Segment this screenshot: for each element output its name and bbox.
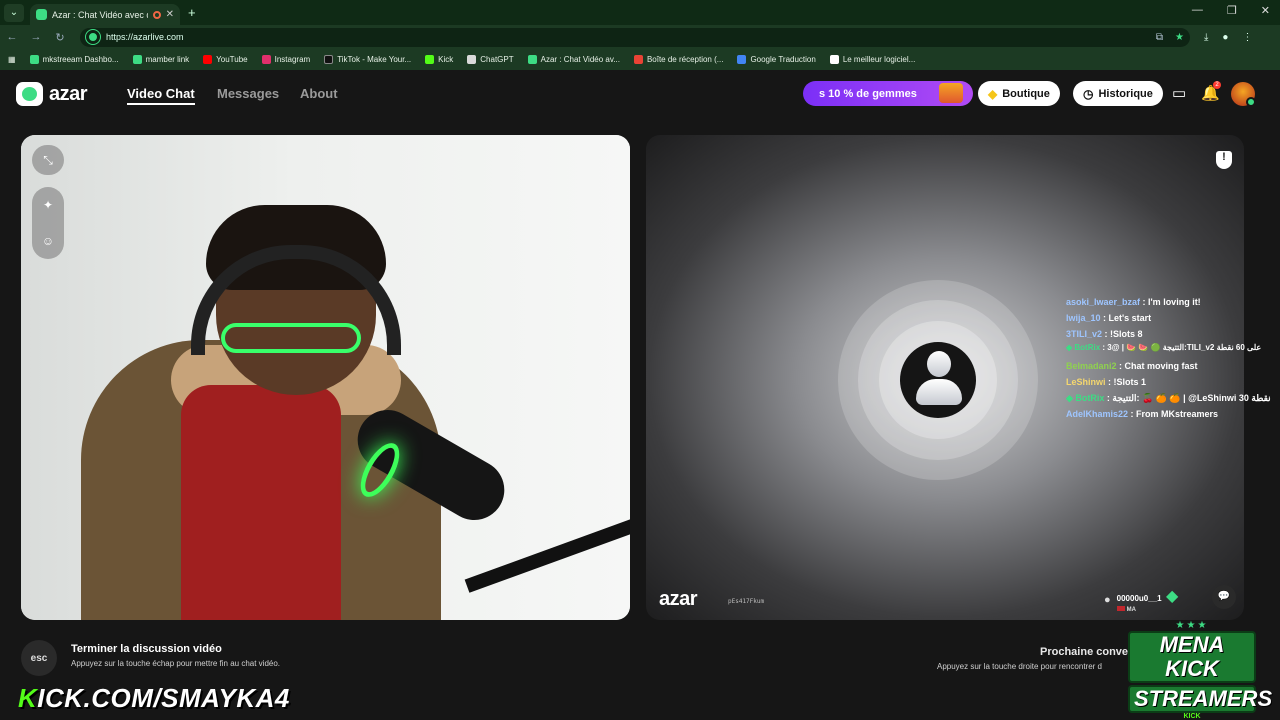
verified-shield-icon: ◆ bbox=[1166, 588, 1179, 605]
minimize-icon[interactable]: — bbox=[1192, 4, 1203, 17]
stars-icon: ★★★ bbox=[1175, 620, 1209, 631]
bookmark-item[interactable]: TikTok - Make Your... bbox=[324, 55, 411, 64]
notification-badge: 2 bbox=[1213, 81, 1221, 89]
boutique-button[interactable]: ◆ Boutique bbox=[978, 81, 1060, 106]
gems-promo-button[interactable]: s 10 % de gemmes bbox=[803, 81, 973, 106]
profile-icon[interactable]: ● bbox=[1222, 32, 1228, 43]
magic-wand-icon[interactable]: ✦ bbox=[43, 198, 53, 212]
browser-toolbar: ← → ↻ https://azarlive.com ⧉ ★ ⤓ ● ⋮ bbox=[0, 25, 1280, 49]
reload-icon[interactable]: ↻ bbox=[48, 31, 72, 44]
azar-logo[interactable]: azar bbox=[16, 82, 88, 106]
gem-icon: ◆ bbox=[988, 86, 998, 101]
esc-key-button[interactable]: esc bbox=[21, 640, 57, 676]
site-info-icon[interactable] bbox=[85, 29, 101, 45]
history-clock-icon: ◷ bbox=[1083, 86, 1094, 101]
chat-message: ◆ BotRix : التتيجة: 🍒 🍊 🍊 | @LeShinwi 30… bbox=[1066, 393, 1271, 403]
end-chat-hint: esc Terminer la discussion vidéo Appuyez… bbox=[21, 640, 280, 676]
address-bar[interactable]: https://azarlive.com ⧉ ★ bbox=[80, 27, 1190, 47]
morocco-flag-icon bbox=[1116, 606, 1125, 611]
bookmark-item[interactable]: YouTube bbox=[203, 55, 248, 64]
bookmark-item[interactable]: Azar : Chat Vidéo av... bbox=[527, 55, 620, 64]
kick-channel-url: KICK.COM/SMAYKA4 bbox=[18, 683, 290, 713]
mena-kick-streamers-logo: ★★★ MENA KICK STREAMERS KICK bbox=[1128, 620, 1272, 720]
bookmarks-bar: ▦ mkstreeam Dashbo... mamber link YouTub… bbox=[0, 49, 1280, 70]
chat-message: 3TILI_v2 : !Slots 8 bbox=[1066, 329, 1143, 339]
close-tab-icon[interactable]: ✕ bbox=[166, 9, 174, 20]
session-id: pEs417Fkum bbox=[728, 598, 765, 605]
chat-bubble-button[interactable]: 💬 bbox=[1212, 585, 1236, 609]
recording-icon bbox=[152, 10, 161, 19]
chat-message: AdelKhamis22 : From MKstreamers bbox=[1066, 409, 1219, 419]
bookmark-item[interactable]: Google Traduction bbox=[737, 55, 816, 64]
chat-message: lwija_10 : Let's start bbox=[1066, 313, 1152, 323]
minimize-video-icon[interactable]: ⤡ bbox=[32, 145, 64, 175]
bookmark-item[interactable]: ChatGPT bbox=[467, 55, 514, 64]
forward-icon[interactable]: → bbox=[24, 31, 48, 43]
restore-icon[interactable]: ❐ bbox=[1227, 4, 1237, 17]
chat-message: Belmadani2 : Chat moving fast bbox=[1066, 361, 1198, 371]
chat-message: LeShinwi : !Slots 1 bbox=[1066, 377, 1147, 387]
bookmark-item[interactable]: Le meilleur logiciel... bbox=[829, 55, 915, 64]
azar-watermark: azar bbox=[659, 588, 698, 610]
effects-panel: ✦ ☺ bbox=[32, 187, 64, 259]
bookmark-item[interactable]: Instagram bbox=[261, 55, 310, 64]
apps-icon[interactable]: ▦ bbox=[8, 55, 16, 64]
azar-logo-icon bbox=[16, 82, 43, 106]
partner-info[interactable]: ● 00000u0__1 ◆ MA bbox=[1104, 586, 1178, 613]
historique-button[interactable]: ◷ Historique bbox=[1073, 81, 1163, 106]
bookmark-star-icon[interactable]: ★ bbox=[1175, 32, 1184, 43]
stream-chat-overlay: asoki_lwaer_bzaf : I'm loving it! lwija_… bbox=[1066, 294, 1280, 422]
chat-message: ◆ BotRix : 3@ | 🍉 🍉 🟢 التتيجة:TILI_v2 عل… bbox=[1066, 343, 1262, 352]
treasure-chest-icon bbox=[939, 83, 963, 103]
report-shield-icon[interactable]: ! bbox=[1216, 151, 1232, 169]
bookmark-item[interactable]: Kick bbox=[425, 55, 453, 64]
cast-icon[interactable]: ⧉ bbox=[1156, 32, 1163, 43]
face-filter-icon[interactable]: ☺ bbox=[42, 234, 54, 248]
browser-tab[interactable]: Azar : Chat Vidéo avec de n ✕ bbox=[30, 4, 180, 25]
nav-messages[interactable]: Messages bbox=[217, 86, 279, 101]
top-nav: azar Video Chat Messages About s 10 % de… bbox=[0, 70, 1280, 118]
next-chat-hint: Prochaine conve Appuyez sur la touche dr… bbox=[937, 646, 1129, 671]
bookmark-item[interactable]: mamber link bbox=[132, 55, 189, 64]
bookmark-item[interactable]: Boîte de réception (... bbox=[633, 55, 723, 64]
menu-icon[interactable]: ⋮ bbox=[1242, 32, 1252, 43]
bot-badge-icon: ◆ bbox=[1066, 393, 1076, 403]
online-status-badge bbox=[1246, 97, 1256, 107]
close-window-icon[interactable]: ✕ bbox=[1261, 4, 1270, 17]
browser-tab-bar: ⌄ Azar : Chat Vidéo avec de n ✕ + — ❐ ✕ bbox=[0, 0, 1280, 25]
new-tab-icon[interactable]: + bbox=[188, 5, 196, 20]
nav-video-chat[interactable]: Video Chat bbox=[127, 86, 195, 105]
tab-search-icon[interactable]: ⌄ bbox=[4, 3, 24, 22]
user-silhouette-icon bbox=[927, 351, 951, 377]
inbox-icon[interactable]: ▭ bbox=[1172, 84, 1186, 102]
bookmark-item[interactable]: mkstreeam Dashbo... bbox=[29, 55, 119, 64]
azar-favicon-icon bbox=[36, 9, 47, 20]
chat-message: asoki_lwaer_bzaf : I'm loving it! bbox=[1066, 297, 1201, 307]
download-icon[interactable]: ⤓ bbox=[1204, 32, 1208, 43]
nav-about[interactable]: About bbox=[300, 86, 338, 101]
back-icon[interactable]: ← bbox=[0, 31, 24, 43]
url-text[interactable]: https://azarlive.com bbox=[106, 32, 184, 42]
local-video: ⤡ ✦ ☺ bbox=[21, 135, 630, 620]
person-icon: ● bbox=[1104, 593, 1111, 606]
tab-title: Azar : Chat Vidéo avec de n bbox=[52, 9, 148, 20]
